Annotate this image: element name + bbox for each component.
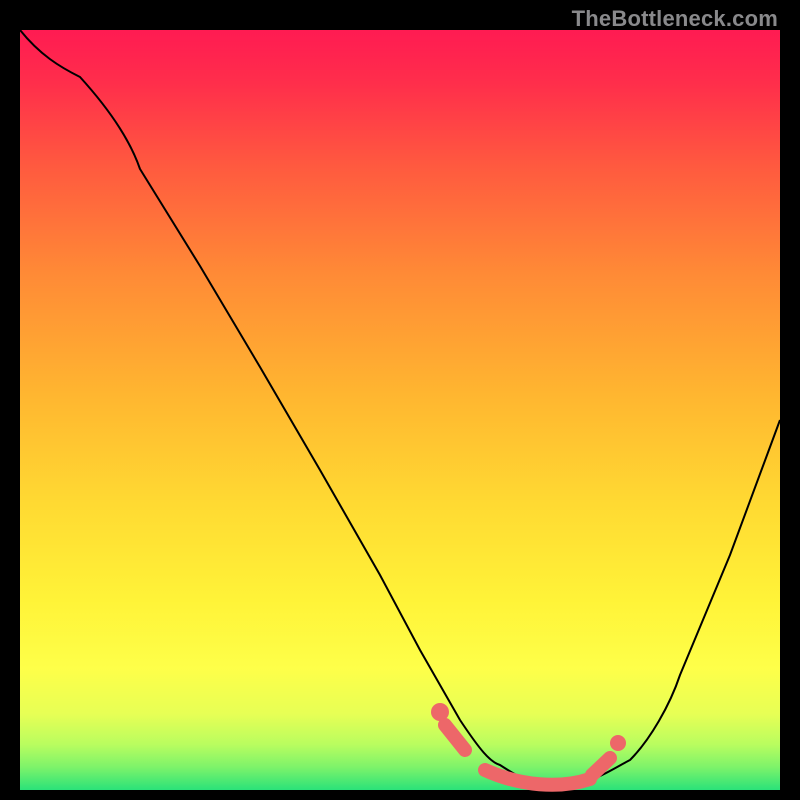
chart-frame xyxy=(20,30,780,790)
bottleneck-curve xyxy=(20,30,780,785)
chart-overlay xyxy=(20,30,780,790)
watermark-text: TheBottleneck.com xyxy=(572,6,778,32)
highlighted-optimal-region xyxy=(431,703,626,785)
